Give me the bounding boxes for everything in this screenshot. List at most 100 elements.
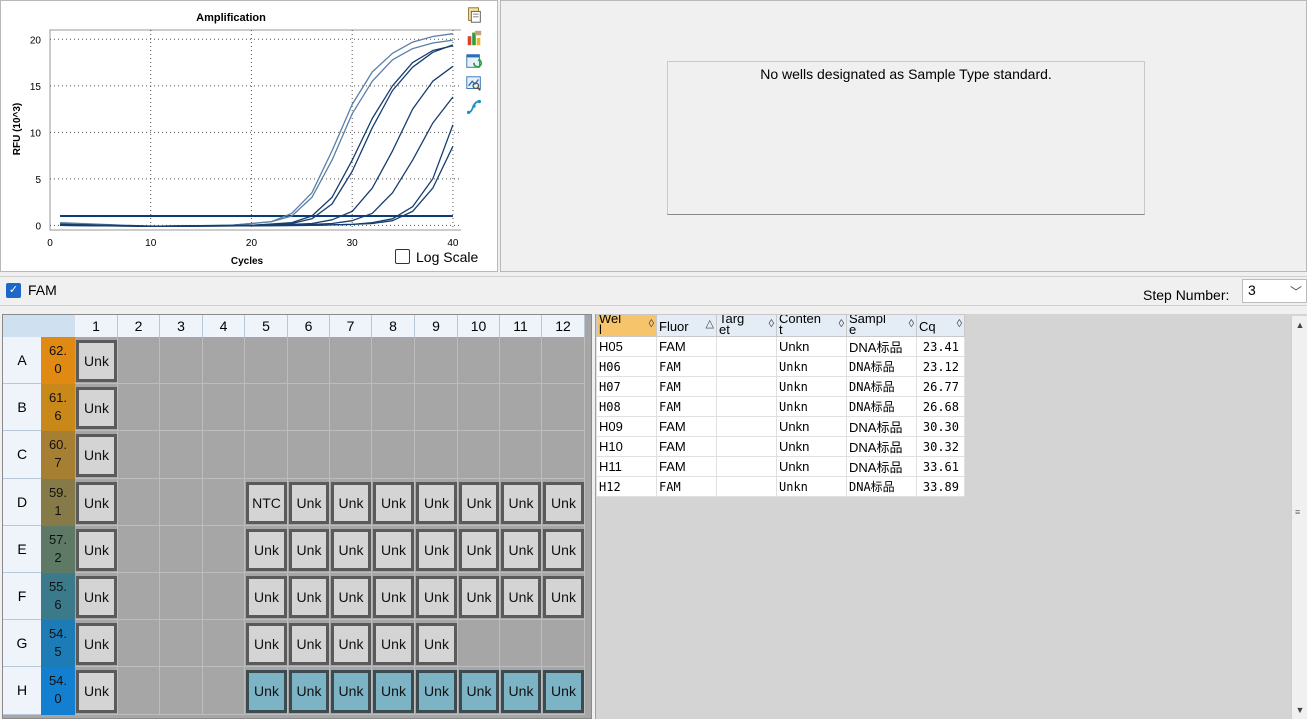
plate-cell[interactable] <box>160 525 203 573</box>
plate-cell[interactable] <box>245 384 288 432</box>
plate-well[interactable]: Unk <box>416 528 457 571</box>
plate-cell[interactable] <box>288 384 330 432</box>
plate-row-header[interactable]: G <box>3 620 41 668</box>
zoom-icon[interactable] <box>464 74 484 94</box>
plate-column-header[interactable]: 11 <box>500 315 542 337</box>
plate-row-header[interactable]: E <box>3 525 41 573</box>
plate-well[interactable]: Unk <box>543 670 584 713</box>
plate-well[interactable]: Unk <box>76 434 117 477</box>
plate-cell[interactable] <box>203 573 245 621</box>
plate-cell[interactable] <box>500 431 542 479</box>
plate-column-header[interactable]: 8 <box>372 315 415 337</box>
table-header-cell[interactable]: Targ et ◊ <box>716 314 777 337</box>
plate-column-header[interactable]: 6 <box>288 315 330 337</box>
plate-well[interactable]: Unk <box>331 528 371 571</box>
plate-row-header[interactable]: D <box>3 478 41 526</box>
plate-cell[interactable] <box>415 384 458 432</box>
scroll-thumb[interactable]: ≡ <box>1295 508 1305 517</box>
plate-well[interactable]: Unk <box>373 576 414 619</box>
table-row[interactable]: H11 FAM Unkn DNA标品 33.61 <box>596 456 965 477</box>
plate-row-header[interactable]: A <box>3 337 41 385</box>
plate-cell[interactable] <box>372 337 415 385</box>
plate-well[interactable]: Unk <box>501 576 541 619</box>
plate-cell[interactable] <box>160 337 203 385</box>
plate-cell[interactable] <box>288 431 330 479</box>
plate-column-header[interactable]: 4 <box>203 315 245 337</box>
plate-column-header[interactable]: 7 <box>330 315 372 337</box>
plate-well[interactable]: Unk <box>459 670 499 713</box>
log-scale-checkbox[interactable] <box>395 249 410 264</box>
refresh-icon[interactable] <box>464 51 484 71</box>
plate-well[interactable]: Unk <box>246 528 287 571</box>
plate-cell[interactable] <box>203 384 245 432</box>
plate-column-header[interactable]: 12 <box>542 315 585 337</box>
plate-well[interactable]: Unk <box>459 576 499 619</box>
table-row[interactable]: H08 FAM Unkn DNA标品 26.68 <box>596 396 965 417</box>
plate-cell[interactable] <box>372 431 415 479</box>
plate-well[interactable]: Unk <box>373 528 414 571</box>
plate-well[interactable]: Unk <box>76 340 117 383</box>
copy-icon[interactable] <box>464 5 484 25</box>
plate-well[interactable]: Unk <box>543 576 584 619</box>
plate-cell[interactable] <box>160 620 203 668</box>
plate-cell[interactable] <box>458 384 500 432</box>
plate-map[interactable]: 1 2 3 4 5 6 7 8 9 10 11 12 A 62. 0 Unk B 61. 6 Unk C 60. 7U… <box>2 314 592 719</box>
table-header-cell[interactable]: Fluor △ <box>656 314 717 337</box>
plate-column-header[interactable]: 2 <box>118 315 160 337</box>
plate-cell[interactable] <box>330 337 372 385</box>
plate-well[interactable]: Unk <box>543 528 584 571</box>
plate-well[interactable]: Unk <box>76 387 117 430</box>
plate-well[interactable]: Unk <box>76 623 117 666</box>
plate-well[interactable]: Unk <box>76 670 117 713</box>
plate-cell[interactable] <box>542 431 585 479</box>
plate-cell[interactable] <box>245 431 288 479</box>
scroll-up-icon[interactable]: ▲ <box>1292 316 1307 334</box>
plate-row-header[interactable]: H <box>3 667 41 715</box>
plate-well[interactable]: Unk <box>416 481 457 524</box>
table-header-cell[interactable]: Conten t ◊ <box>776 314 847 337</box>
plate-cell[interactable] <box>500 384 542 432</box>
plate-well[interactable]: Unk <box>373 481 414 524</box>
plate-well[interactable]: Unk <box>331 623 371 666</box>
plate-cell[interactable] <box>203 525 245 573</box>
table-row[interactable]: H07 FAM Unkn DNA标品 26.77 <box>596 376 965 397</box>
plate-well[interactable]: Unk <box>76 528 117 571</box>
plate-cell[interactable] <box>415 337 458 385</box>
plate-well[interactable]: Unk <box>76 576 117 619</box>
plate-well[interactable]: Unk <box>416 623 457 666</box>
plate-well[interactable]: Unk <box>246 623 287 666</box>
table-row[interactable]: H10 FAM Unkn DNA标品 30.32 <box>596 436 965 457</box>
plate-cell[interactable] <box>203 431 245 479</box>
filter-icon[interactable]: ◊ <box>839 319 844 330</box>
table-row[interactable]: H09 FAM Unkn DNA标品 30.30 <box>596 416 965 437</box>
plate-cell[interactable] <box>500 620 542 668</box>
table-header-cell[interactable]: Wel l ◊ <box>596 314 657 337</box>
plate-cell[interactable] <box>542 337 585 385</box>
table-row[interactable]: H05 FAM Unkn DNA标品 23.41 <box>596 336 965 357</box>
plate-cell[interactable] <box>330 384 372 432</box>
export-icon[interactable] <box>464 28 484 48</box>
plate-column-header[interactable]: 9 <box>415 315 458 337</box>
table-row[interactable]: H12 FAM Unkn DNA标品 33.89 <box>596 476 965 497</box>
plate-cell[interactable] <box>160 478 203 526</box>
plate-cell[interactable] <box>288 337 330 385</box>
plate-well[interactable]: Unk <box>246 670 287 713</box>
plate-cell[interactable] <box>203 478 245 526</box>
fam-checkbox[interactable]: ✓ <box>6 283 21 298</box>
plate-well[interactable]: Unk <box>331 576 371 619</box>
plate-well[interactable]: Unk <box>289 670 329 713</box>
plate-well[interactable]: Unk <box>289 528 329 571</box>
curve-icon[interactable] <box>464 97 484 117</box>
table-header-cell[interactable]: Sampl e ◊ <box>846 314 917 337</box>
plate-column-header[interactable]: 10 <box>458 315 500 337</box>
plate-cell[interactable] <box>118 337 160 385</box>
plate-well[interactable]: Unk <box>416 576 457 619</box>
plate-well[interactable]: Unk <box>76 481 117 524</box>
plate-cell[interactable] <box>203 667 245 715</box>
plate-cell[interactable] <box>245 337 288 385</box>
filter-icon[interactable]: ◊ <box>957 319 962 330</box>
vertical-scrollbar[interactable]: ▲ ≡ ▼ <box>1291 316 1307 719</box>
plate-column-header[interactable]: 1 <box>75 315 118 337</box>
plate-cell[interactable] <box>372 384 415 432</box>
plate-row-header[interactable]: F <box>3 573 41 621</box>
